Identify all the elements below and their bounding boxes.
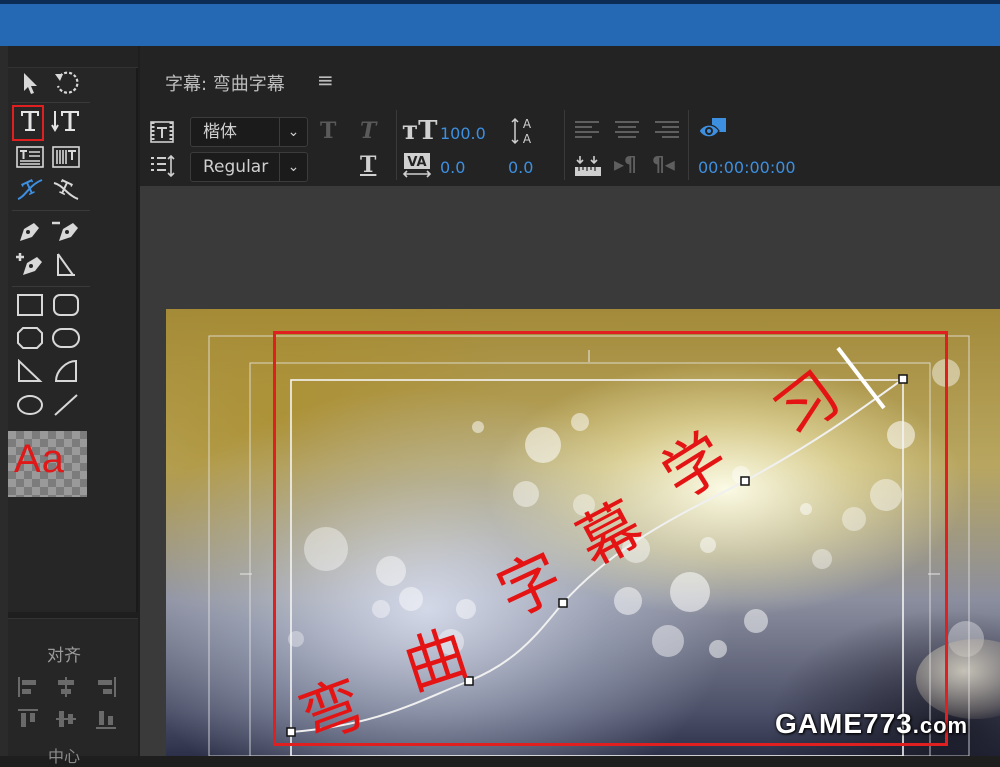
watermark-main: GAME773 xyxy=(775,708,913,739)
watermark-suffix: .com xyxy=(912,713,969,738)
annotation-highlight-box xyxy=(273,331,948,746)
site-watermark: GAME773.com xyxy=(775,708,968,740)
